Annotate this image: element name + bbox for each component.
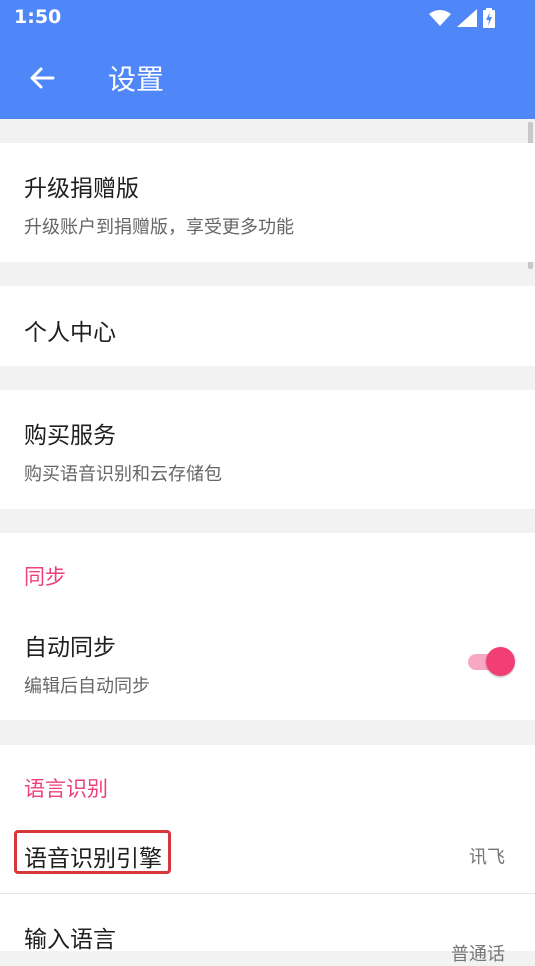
speech-engine-highlight-box xyxy=(14,830,171,874)
back-arrow-icon[interactable] xyxy=(26,62,58,94)
signal-icon xyxy=(457,9,477,27)
input-language-item[interactable]: 输入语言 普通话 xyxy=(0,894,535,965)
input-language-value: 普通话 xyxy=(451,944,505,965)
personal-center-item[interactable]: 个人中心 xyxy=(0,286,535,366)
auto-sync-subtitle: 编辑后自动同步 xyxy=(24,676,150,697)
speech-engine-value: 讯飞 xyxy=(469,847,505,868)
sync-section-title: 同步 xyxy=(24,565,66,589)
personal-center-title: 个人中心 xyxy=(24,320,116,346)
wifi-icon xyxy=(429,10,451,26)
upgrade-donation-item[interactable]: 升级捐赠版 升级账户到捐赠版，享受更多功能 xyxy=(0,143,535,262)
status-icons xyxy=(429,8,495,28)
toggle-thumb xyxy=(486,647,515,676)
battery-icon xyxy=(483,8,495,28)
auto-sync-title: 自动同步 xyxy=(24,635,116,661)
purchase-service-item[interactable]: 购买服务 购买语音识别和云存储包 xyxy=(0,390,535,509)
status-time: 1:50 xyxy=(14,6,62,28)
auto-sync-toggle[interactable] xyxy=(468,647,515,677)
page-title: 设置 xyxy=(108,63,165,96)
auto-sync-item[interactable]: 自动同步 编辑后自动同步 xyxy=(0,610,535,720)
upgrade-subtitle: 升级账户到捐赠版，享受更多功能 xyxy=(24,217,294,238)
speech-section-title: 语言识别 xyxy=(24,777,108,801)
purchase-title: 购买服务 xyxy=(24,423,116,449)
upgrade-title: 升级捐赠版 xyxy=(24,176,139,202)
input-language-title: 输入语言 xyxy=(24,927,116,953)
purchase-subtitle: 购买语音识别和云存储包 xyxy=(24,464,222,485)
app-bar: 1:50 设置 xyxy=(0,0,535,119)
